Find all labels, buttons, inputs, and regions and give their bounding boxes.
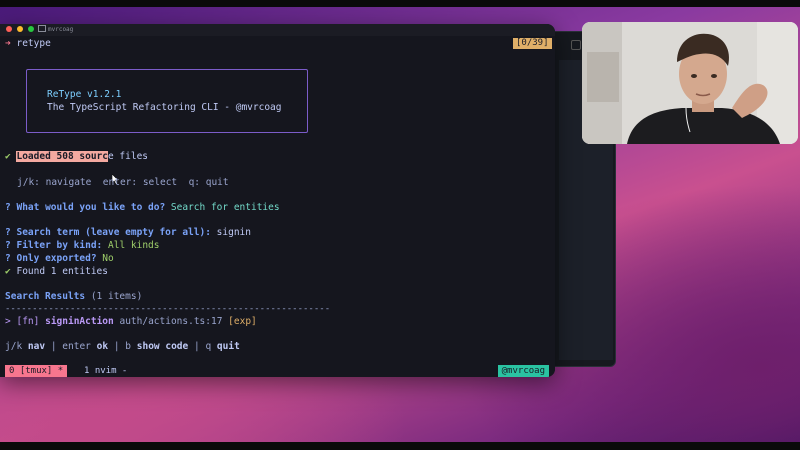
result-path: auth/actions.ts:17 (119, 316, 223, 327)
result-name: signinAction (45, 316, 114, 327)
footer-separator: | (50, 341, 57, 352)
found-text: Found 1 entities (16, 266, 108, 277)
terminal-window[interactable]: mvrcoag ➜ retype [0/39] ReType v1.2.1 Th… (0, 24, 555, 377)
question-search-term: ? Search term (leave empty for all): sig… (5, 227, 251, 239)
check-icon: ✔ (5, 266, 11, 277)
window-title: mvrcoag (38, 25, 73, 33)
desktop-background: mvrcoag ➜ retype [0/39] ReType v1.2.1 Th… (0, 7, 800, 442)
zoom-window-button[interactable] (28, 26, 34, 32)
results-separator: ----------------------------------------… (5, 304, 331, 314)
result-item[interactable]: > [fn] signinAction auth/actions.ts:17 [… (5, 316, 257, 328)
tmux-session-tab[interactable]: 0 [tmux] * (5, 365, 68, 377)
selected-text[interactable]: Loaded 508 sourc (16, 151, 108, 162)
answer-text: signin (216, 227, 251, 238)
check-icon: ✔ (5, 151, 11, 162)
webcam-overlay (582, 22, 798, 144)
window-title-text: mvrcoag (48, 26, 74, 33)
question-mark-icon: ? (5, 202, 11, 213)
tmux-window-tab[interactable]: 1 nvim - (84, 365, 127, 377)
footer-key: q (205, 341, 212, 352)
minimize-window-button[interactable] (17, 26, 23, 32)
app-subtitle: The TypeScript Refactoring CLI - @mvrcoa… (47, 102, 282, 113)
selection-cursor: > (5, 316, 11, 327)
answer-text: All kinds (108, 240, 160, 251)
results-count: (1 items) (90, 291, 143, 302)
close-window-button[interactable] (6, 26, 12, 32)
keys-hint: j/k: navigate enter: select q: quit (17, 177, 229, 188)
command-text: retype (16, 38, 51, 49)
command-line: ➜ retype (5, 38, 51, 50)
window-tab-icon (571, 40, 581, 50)
footer-key-label: ok (96, 341, 109, 352)
answer-text: Search for entities (170, 202, 280, 213)
footer-key: enter (62, 341, 91, 352)
question-text: Only exported? (16, 253, 97, 264)
footer-key: j/k (5, 341, 23, 352)
question-mark-icon: ? (5, 240, 11, 251)
footer-key-label: nav (27, 341, 46, 352)
loaded-line: ✔ Loaded 508 source files (5, 151, 148, 163)
tmux-statusbar: 0 [tmux] * 1 nvim - @mvrcoag (0, 365, 555, 377)
loaded-rest-text: e files (107, 151, 149, 162)
footer-key-label: show code (136, 341, 189, 352)
question-text: Search term (leave empty for all): (16, 227, 211, 238)
results-title: Search Results (5, 291, 86, 302)
folder-icon (38, 25, 46, 32)
question-mark-icon: ? (5, 253, 11, 264)
progress-counter: [0/39] (513, 38, 552, 49)
question-text: Filter by kind: (16, 240, 103, 251)
result-tag: [exp] (228, 316, 257, 327)
answer-text: No (102, 253, 114, 264)
result-kind: [fn] (16, 316, 40, 327)
footer-key: b (125, 341, 132, 352)
footer-keys: j/k nav | enter ok | b show code | q qui… (5, 341, 240, 353)
question-action: ? What would you like to do? Search for … (5, 202, 280, 214)
question-exported: ? Only exported? No (5, 253, 114, 265)
webcam-feed-image (582, 22, 798, 144)
footer-separator: | (193, 341, 200, 352)
terminal-titlebar: mvrcoag (0, 24, 555, 36)
prompt-arrow-icon: ➜ (5, 38, 11, 49)
footer-key-label: quit (216, 341, 240, 352)
tmux-host-badge: @mvrcoag (497, 365, 549, 377)
question-mark-icon: ? (5, 227, 11, 238)
app-banner: ReType v1.2.1 The TypeScript Refactoring… (26, 69, 308, 133)
question-filter-kind: ? Filter by kind: All kinds (5, 240, 159, 252)
app-name: ReType v1.2.1 (47, 89, 122, 100)
found-line: ✔ Found 1 entities (5, 266, 108, 278)
question-text: What would you like to do? (16, 202, 166, 213)
footer-separator: | (113, 341, 120, 352)
results-header: Search Results (1 items) (5, 291, 142, 303)
